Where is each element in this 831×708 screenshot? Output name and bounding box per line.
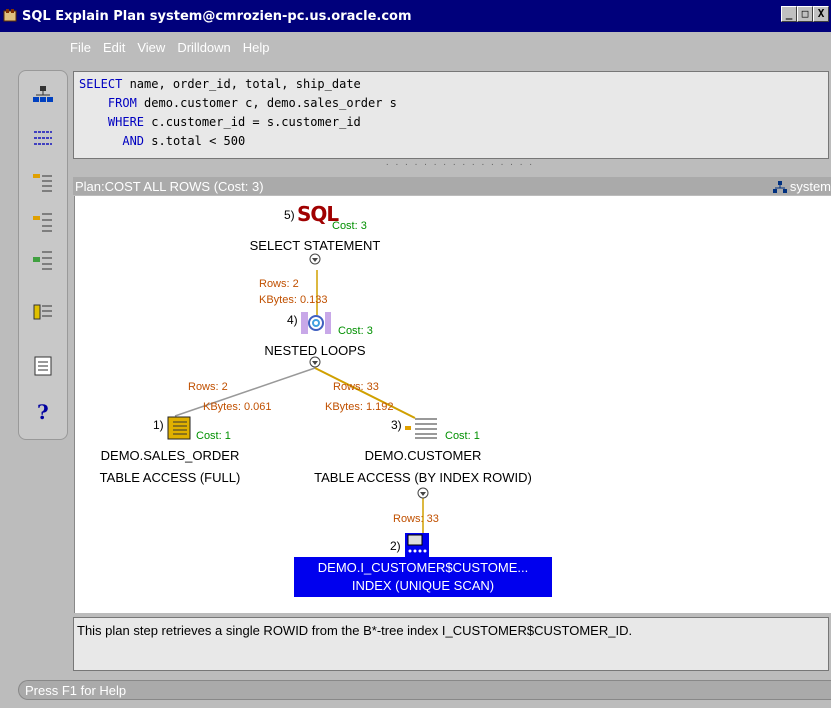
edge-kbytes: KBytes: 0.133 xyxy=(259,294,328,306)
node-cost: Cost: 3 xyxy=(338,325,373,337)
node-cost: Cost: 1 xyxy=(196,430,231,442)
sql-text: c.customer_id = s.customer_id xyxy=(144,115,361,129)
tree-view-icon[interactable] xyxy=(32,85,54,107)
node-label[interactable]: DEMO.CUSTOMER xyxy=(293,448,553,463)
maximize-button[interactable]: □ xyxy=(797,6,813,22)
node-number: 4) xyxy=(287,313,298,327)
table-full-icon[interactable] xyxy=(167,416,191,440)
sql-keyword: AND xyxy=(122,134,145,148)
edge-kbytes: KBytes: 0.061 xyxy=(203,401,272,413)
menu-view[interactable]: View xyxy=(137,40,165,62)
selected-node[interactable]: DEMO.I_CUSTOMER$CUSTOME... INDEX (UNIQUE… xyxy=(294,557,552,597)
splitter-handle[interactable]: . . . . . . . . . . . . . . . . xyxy=(380,158,540,168)
edge-rows: Rows: 2 xyxy=(188,381,228,393)
connection-indicator: system xyxy=(772,179,831,194)
sql-line-3: WHERE c.customer_id = s.customer_id xyxy=(79,113,828,132)
menu-bar: File Edit View Drilldown Help xyxy=(70,40,270,62)
sql-text: name, order_id, total, ship_date xyxy=(122,77,361,91)
menu-drilldown[interactable]: Drilldown xyxy=(177,40,230,62)
plan-edges xyxy=(174,253,429,533)
plan-header: Plan:COST ALL ROWS (Cost: 3) system xyxy=(73,177,831,195)
collapse-toggle[interactable] xyxy=(309,356,321,368)
summary-icon[interactable] xyxy=(32,301,54,323)
nested-loops-icon[interactable] xyxy=(301,312,331,334)
report-icon[interactable] xyxy=(32,355,54,377)
connection-name: system xyxy=(789,179,831,194)
status-bar: Press F1 for Help xyxy=(18,680,831,700)
connection-icon xyxy=(772,180,787,193)
plan-title: Plan:COST ALL ROWS (Cost: 3) xyxy=(75,179,264,194)
node-number: 3) xyxy=(391,418,402,432)
node-number: 2) xyxy=(390,539,401,553)
menu-file[interactable]: File xyxy=(70,40,91,62)
edge-rows: Rows: 33 xyxy=(333,381,379,393)
node-label[interactable]: DEMO.SALES_ORDER xyxy=(75,448,265,463)
sql-text: s.total < 500 xyxy=(144,134,246,148)
menu-help[interactable]: Help xyxy=(243,40,270,62)
list-view-icon[interactable] xyxy=(32,127,54,149)
sql-keyword: FROM xyxy=(107,96,137,110)
collapse-toggle[interactable] xyxy=(309,253,321,265)
edge-rows: Rows: 2 xyxy=(259,278,299,290)
edge-rows: Rows: 33 xyxy=(393,513,439,525)
minimize-button[interactable]: _ xyxy=(781,6,797,22)
step-prev-icon[interactable] xyxy=(32,249,54,271)
sql-line-2: FROM demo.customer c, demo.sales_order s xyxy=(79,94,828,113)
node-label[interactable]: NESTED LOOPS xyxy=(239,343,391,358)
sql-line-1: SELECT name, order_id, total, ship_date xyxy=(79,75,828,94)
svg-text:?: ? xyxy=(37,401,49,423)
sql-keyword: SELECT xyxy=(79,77,123,91)
index-scan-icon[interactable] xyxy=(405,533,429,557)
step-in-icon[interactable] xyxy=(32,171,54,193)
node-cost: Cost: 1 xyxy=(445,430,480,442)
app-icon[interactable] xyxy=(3,8,17,22)
plan-tree[interactable]: 5) SQL Cost: 3 SELECT STATEMENT Rows: 2 … xyxy=(74,196,831,613)
sql-keyword: WHERE xyxy=(107,115,145,129)
sql-line-4: AND s.total < 500 xyxy=(79,132,828,151)
title-bar: SQL Explain Plan system@cmrozien-pc.us.o… xyxy=(0,0,831,32)
help-icon[interactable]: ? xyxy=(32,401,54,423)
left-toolbar: ? xyxy=(18,70,68,440)
collapse-toggle[interactable] xyxy=(417,487,429,499)
node-cost: Cost: 3 xyxy=(332,220,367,232)
sql-editor[interactable]: SELECT name, order_id, total, ship_date … xyxy=(73,71,829,159)
node-label[interactable]: SELECT STATEMENT xyxy=(239,238,391,253)
table-rowid-icon[interactable] xyxy=(405,416,439,440)
step-out-icon[interactable] xyxy=(32,211,54,233)
node-label: INDEX (UNIQUE SCAN) xyxy=(351,578,495,593)
node-number: 5) xyxy=(284,208,295,222)
node-label[interactable]: TABLE ACCESS (FULL) xyxy=(75,470,265,485)
node-label: DEMO.I_CUSTOMER$CUSTOME... xyxy=(317,560,529,575)
step-description: This plan step retrieves a single ROWID … xyxy=(73,617,829,671)
menu-edit[interactable]: Edit xyxy=(103,40,125,62)
node-label[interactable]: TABLE ACCESS (BY INDEX ROWID) xyxy=(293,470,553,485)
sql-text: demo.customer c, demo.sales_order s xyxy=(136,96,397,110)
node-number: 1) xyxy=(153,418,164,432)
window-title: SQL Explain Plan system@cmrozien-pc.us.o… xyxy=(22,9,412,24)
edge-kbytes: KBytes: 1.192 xyxy=(325,401,394,413)
close-button[interactable]: X xyxy=(813,6,829,22)
